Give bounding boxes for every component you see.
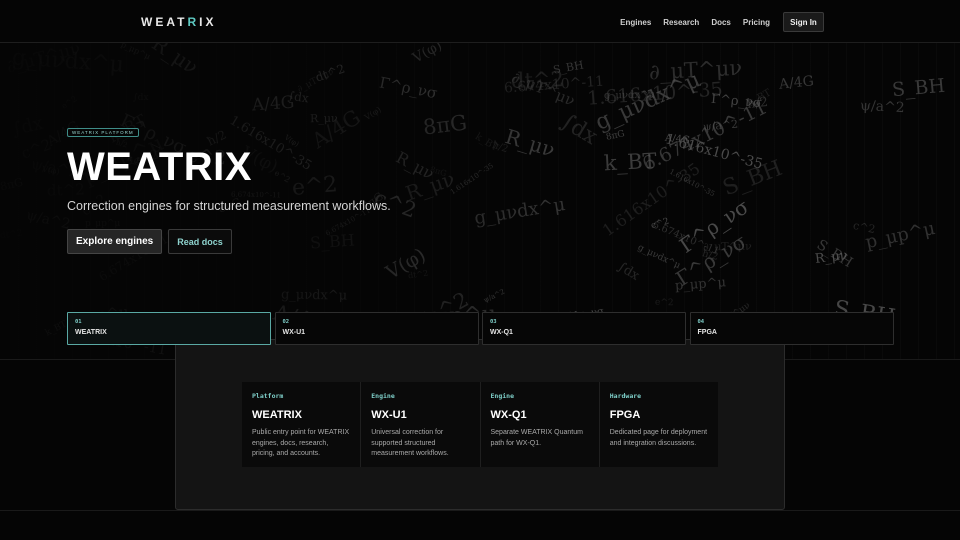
nav-pricing[interactable]: Pricing (743, 18, 770, 27)
nav-research[interactable]: Research (663, 18, 699, 27)
product-cards: Platform WEATRIX Public entry point for … (242, 382, 718, 467)
card-title: FPGA (609, 409, 641, 421)
background-formula: Γ^ρ_νσ (710, 91, 763, 112)
platform-badge: WEATRIX PLATFORM (67, 128, 139, 137)
background-formula: ∫dx (10, 112, 46, 141)
tab-label: WX-Q1 (490, 329, 513, 336)
background-formula: ∫dx (132, 92, 149, 104)
card-title: WX-Q1 (490, 409, 527, 421)
background-formula: dt^2 (0, 228, 24, 242)
nav-docs[interactable]: Docs (711, 18, 731, 27)
background-formula: ∫dx (614, 259, 642, 284)
background-formula: k_BT (43, 319, 69, 339)
logo-text-accent: R (187, 15, 200, 29)
card-title: WEATRIX (252, 409, 302, 421)
site-header: WEATRIX Engines Research Docs Pricing Si… (0, 0, 960, 43)
tab-number: 03 (490, 319, 497, 325)
background-formula: 8πG (421, 110, 469, 140)
product-tabs: 01 WEATRIX 02 WX-U1 03 WX-Q1 04 FPGA (67, 312, 894, 345)
background-formula: 8πG (0, 175, 25, 194)
tab-label: WX-U1 (282, 329, 306, 336)
card-description: Universal correction for supported struc… (371, 429, 449, 457)
nav-engines[interactable]: Engines (620, 18, 651, 27)
tab-number: 01 (75, 319, 82, 325)
background-formula: e^2 (654, 297, 674, 309)
background-formula: c^2 (851, 218, 877, 237)
card-description: Public entry point for WEATRIX engines, … (252, 429, 350, 457)
background-formula: ψ/a^2 (24, 207, 72, 233)
main-nav: Engines Research Docs Pricing Sign In (608, 12, 824, 32)
background-formula: g_μνdx^μ (472, 193, 567, 230)
card-platform[interactable]: Platform WEATRIX Public entry point for … (242, 382, 362, 467)
background-formula: 1.616x10^-35 (449, 161, 496, 197)
tab-wx-u1[interactable]: 02 WX-U1 (274, 312, 479, 345)
tab-label: WEATRIX (75, 329, 107, 336)
hero-title: WEATRIX (67, 145, 252, 189)
tab-label: FPGA (697, 329, 717, 336)
card-wx-q1[interactable]: Engine WX-Q1 Separate WEATRIX Quantum pa… (480, 382, 600, 467)
card-wx-u1[interactable]: Engine WX-U1 Universal correction for su… (361, 382, 481, 467)
background-formula: e^2 (59, 94, 79, 111)
tab-wx-q1[interactable]: 03 WX-Q1 (482, 312, 686, 345)
card-tag: Hardware (609, 392, 642, 400)
hero-subtitle: Correction engines for structured measur… (67, 199, 391, 213)
background-formula: k_BT (472, 131, 501, 154)
card-fpga[interactable]: Hardware FPGA Dedicated page for deploym… (599, 382, 718, 467)
logo[interactable]: WEATRIX (141, 15, 216, 29)
card-tag: Engine (490, 392, 514, 400)
card-tag: Engine (371, 392, 395, 400)
background-formula: R_μν (502, 124, 558, 162)
explore-engines-button[interactable]: Explore engines (67, 229, 163, 254)
hero-actions: Explore engines Read docs (67, 229, 391, 254)
background-formula: S_BH (552, 58, 585, 77)
background-formula: V(φ) (410, 43, 445, 67)
hero: WEATRIX PLATFORM WEATRIX Correction engi… (67, 121, 391, 254)
background-formula: k_BT (603, 148, 658, 176)
background-formula: V(φ) (362, 104, 383, 123)
background-formula: A/4G (778, 73, 815, 93)
card-description: Dedicated page for deployment and integr… (609, 429, 708, 447)
background-formula: Γ^ρ_νσ (377, 73, 439, 103)
background-formula: R_μν (147, 43, 203, 79)
tab-fpga[interactable]: 04 FPGA (689, 312, 894, 345)
logo-text-end: IX (199, 15, 217, 29)
card-tag: Platform (252, 392, 284, 400)
tab-weatrix[interactable]: 01 WEATRIX (67, 312, 271, 345)
background-formula: g_μνdx^μ (280, 287, 348, 304)
card-description: Separate WEATRIX Quantum path for WX-Q1. (490, 429, 583, 447)
sign-in-button[interactable]: Sign In (783, 12, 824, 32)
read-docs-button[interactable]: Read docs (168, 229, 232, 254)
card-title: WX-U1 (371, 409, 407, 421)
background-formula: g_μνdx^μ (11, 45, 125, 78)
footer-divider (0, 510, 960, 511)
tab-number: 04 (697, 319, 705, 325)
background-formula: S_BH (891, 74, 946, 102)
tab-number: 02 (282, 319, 290, 325)
logo-text-start: WEAT (141, 15, 188, 29)
